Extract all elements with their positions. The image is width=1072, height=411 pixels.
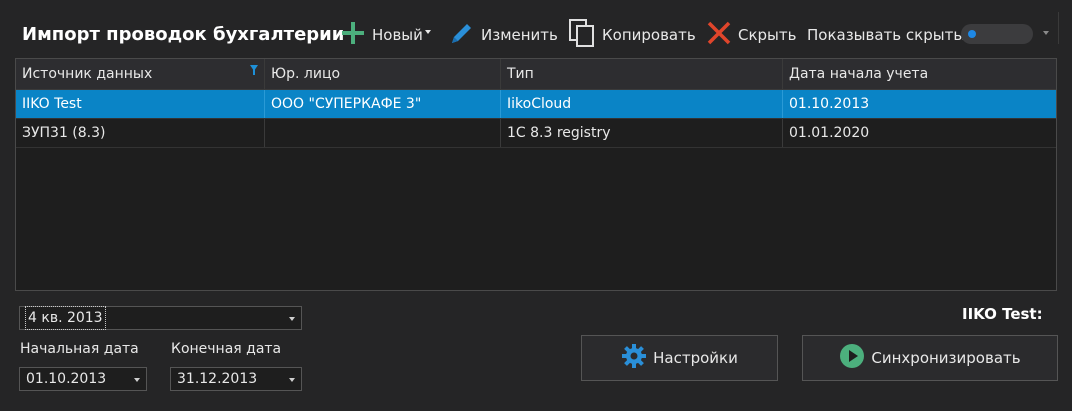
close-icon: [706, 20, 732, 50]
table-row[interactable]: ЗУП31 (8.3) 1C 8.3 registry 01.01.2020: [16, 119, 1056, 148]
grid-header-row: Источник данных Юр. лицо Тип Дата начала…: [16, 59, 1056, 90]
selected-source-title: IIKO Test:: [962, 305, 1043, 323]
start-date-picker[interactable]: 01.10.2013: [19, 367, 147, 391]
settings-label: Настройки: [653, 349, 738, 367]
hide-label: Скрыть: [738, 26, 797, 44]
copy-button[interactable]: Копировать: [568, 18, 696, 52]
sync-button[interactable]: Синхронизировать: [802, 335, 1058, 381]
toolbar-divider: [1058, 12, 1059, 44]
toolbar-overflow-icon[interactable]: [1043, 31, 1049, 35]
hide-button[interactable]: Скрыть: [706, 20, 796, 50]
gear-icon: [621, 343, 647, 373]
column-header-start-date[interactable]: Дата начала учета: [783, 59, 1056, 89]
toggle-knob: [968, 30, 976, 38]
table-cell: ООО "СУПЕРКАФЕ 3": [265, 90, 501, 118]
edit-button[interactable]: Изменить: [449, 20, 558, 50]
sync-label: Синхронизировать: [871, 349, 1021, 367]
table-row[interactable]: IIKO Test ООО "СУПЕРКАФЕ 3" IikoCloud 01…: [16, 90, 1056, 119]
data-sources-grid[interactable]: Источник данных Юр. лицо Тип Дата начала…: [15, 58, 1057, 291]
chevron-down-icon: [289, 378, 295, 382]
page-title: Импорт проводок бухгалтерии: [22, 24, 345, 45]
show-hidden-toggle[interactable]: [961, 24, 1033, 44]
new-button[interactable]: Новый: [340, 20, 431, 50]
table-cell: IIKO Test: [16, 90, 265, 118]
column-header-entity[interactable]: Юр. лицо: [265, 59, 501, 89]
copy-icon: [568, 18, 596, 52]
chevron-down-icon: [424, 30, 431, 34]
settings-button[interactable]: Настройки: [581, 335, 778, 381]
table-cell: 01.01.2020: [789, 125, 870, 141]
copy-label: Копировать: [602, 26, 696, 44]
end-date-label: Конечная дата: [171, 341, 282, 357]
period-select[interactable]: 4 кв. 2013: [19, 306, 302, 330]
play-icon: [839, 343, 865, 373]
show-hidden-label: Показывать скрытые: [807, 26, 975, 44]
table-cell: ЗУП31 (8.3): [16, 119, 265, 147]
new-label: Новый: [372, 26, 423, 44]
filter-icon[interactable]: [250, 65, 258, 75]
table-cell: 1C 8.3 registry: [501, 119, 783, 147]
plus-icon: [340, 20, 366, 50]
chevron-down-icon: [289, 317, 295, 321]
table-cell: [265, 119, 501, 147]
column-header-source[interactable]: Источник данных: [16, 59, 265, 89]
table-cell: IikoCloud: [501, 90, 783, 118]
pencil-icon: [449, 20, 475, 50]
edit-label: Изменить: [481, 26, 558, 44]
start-date-label: Начальная дата: [20, 341, 139, 357]
column-header-type[interactable]: Тип: [501, 59, 783, 89]
end-date-picker[interactable]: 31.12.2013: [170, 367, 302, 391]
chevron-down-icon: [134, 378, 140, 382]
table-cell: 01.10.2013: [789, 96, 870, 112]
